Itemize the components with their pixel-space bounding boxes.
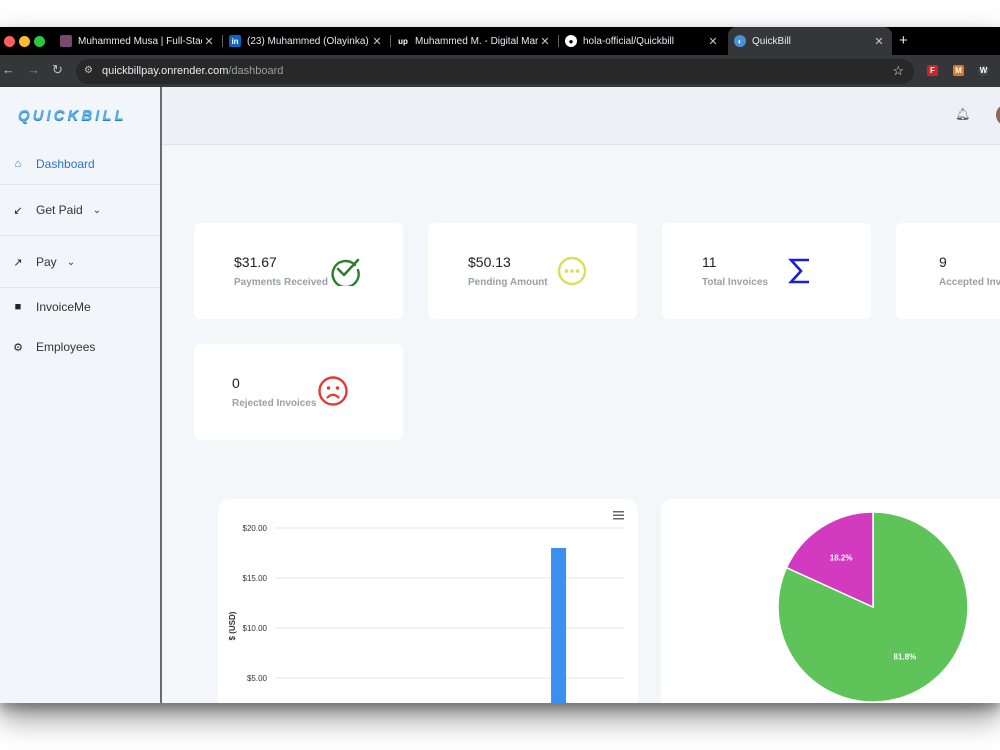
browser-window: Muhammed Musa | Full-Stack ✕ in (23) Muh…	[0, 27, 1000, 703]
check-circle-icon	[331, 258, 360, 286]
chart-menu-icon[interactable]	[613, 511, 624, 520]
tab-title: (23) Muhammed (Olayinka) M	[247, 35, 370, 47]
stat-label: Pending Amount	[468, 277, 548, 288]
linkedin-icon: in	[229, 35, 241, 47]
y-tick-label: $10.00	[243, 624, 268, 633]
close-tab-icon[interactable]: ✕	[370, 35, 384, 48]
pie-chart-panel: 81.8%18.2% Paid InvoicesPartially PaidAw…	[661, 499, 1000, 703]
sidebar-item-get-paid[interactable]: ↙ Get Paid ⌄	[0, 192, 160, 228]
sidebar-item-employees[interactable]: ⚙ Employees	[0, 329, 160, 365]
url-host: quickbillpay.onrender.com	[102, 65, 229, 77]
close-window-button[interactable]	[4, 36, 15, 47]
stat-value: $50.13	[468, 254, 511, 270]
tab-title: QuickBill	[752, 35, 791, 47]
payments-bar-chart: $0.00$5.00$10.00$15.00$20.00 $ (USD)	[228, 511, 624, 703]
upwork-icon: up	[397, 35, 409, 47]
site-settings-icon[interactable]: ⚙	[84, 65, 93, 76]
reload-icon[interactable]: ↻	[52, 62, 63, 78]
quickbill-favicon-icon: ◐	[734, 35, 746, 47]
arrow-up-right-icon: ↗	[13, 256, 23, 269]
stat-value: 11	[702, 254, 717, 270]
stat-value: $31.67	[234, 254, 277, 270]
y-tick-label: $5.00	[247, 674, 268, 683]
sidebar-item-pay[interactable]: ↗ Pay ⌄	[0, 244, 160, 280]
extension-icon[interactable]: F	[927, 65, 938, 76]
sidebar-item-label: Employees	[36, 340, 96, 354]
bookmark-star-icon[interactable]: ☆	[892, 63, 904, 79]
stat-card-accepted-invoices: 9 Accepted Invo	[896, 223, 1000, 319]
tab-title: Muhammed Musa | Full-Stack	[78, 35, 202, 47]
bell-icon[interactable]: 🔔︎	[955, 107, 970, 121]
url-path: /dashboard	[228, 65, 284, 77]
app-logo[interactable]: QUICKBILL	[18, 107, 127, 124]
minimize-window-button[interactable]	[19, 36, 30, 47]
pie-slice-label: 18.2%	[830, 553, 853, 562]
sad-face-icon	[318, 376, 348, 406]
back-arrow-icon[interactable]: ←	[2, 62, 15, 77]
dashboard-main: $31.67 Payments Received $50.13 Pending …	[162, 146, 1000, 703]
top-header: 🔔︎	[162, 87, 1000, 145]
chevron-down-icon: ⌄	[92, 204, 102, 216]
sidebar: QUICKBILL ⌂ Dashboard ↙ Get Paid ⌄ ↗ Pay…	[0, 87, 162, 703]
stat-card-rejected-invoices: 0 Rejected Invoices	[194, 344, 403, 440]
home-icon: ⌂	[14, 158, 22, 170]
y-tick-label: $15.00	[243, 574, 268, 583]
tab-title: Muhammed M. - Digital Mark	[415, 35, 538, 47]
zoom-window-button[interactable]	[34, 36, 45, 47]
metamask-icon[interactable]: M	[953, 65, 964, 76]
gear-icon: ⚙	[13, 341, 23, 354]
portrait-favicon-icon	[60, 35, 72, 47]
y-tick-label: $20.00	[243, 524, 268, 533]
avatar[interactable]	[996, 105, 1000, 125]
ellipsis-circle-icon	[557, 256, 587, 286]
stat-label: Rejected Invoices	[232, 398, 317, 409]
close-tab-icon[interactable]: ✕	[538, 35, 552, 48]
extension-icon[interactable]: W	[978, 65, 989, 76]
sidebar-item-label: Dashboard	[36, 157, 95, 171]
bar-chart-panel: $0.00$5.00$10.00$15.00$20.00 $ (USD)	[218, 499, 638, 703]
sidebar-item-label: Pay	[36, 255, 57, 269]
bar[interactable]	[551, 548, 567, 703]
close-tab-icon[interactable]: ✕	[872, 35, 886, 48]
page: QUICKBILL ⌂ Dashboard ↙ Get Paid ⌄ ↗ Pay…	[0, 87, 1000, 703]
chevron-down-icon: ⌄	[66, 256, 76, 268]
sidebar-item-label: InvoiceMe	[36, 300, 91, 314]
tab-upwork[interactable]: up Muhammed M. - Digital Mark ✕	[397, 27, 552, 55]
address-bar[interactable]: ⚙ quickbillpay.onrender.com/dashboard ☆	[76, 59, 914, 84]
tab-linkedin[interactable]: in (23) Muhammed (Olayinka) M ✕	[229, 27, 384, 55]
invoice-status-pie-chart: 81.8%18.2% Paid InvoicesPartially PaidAw…	[777, 511, 969, 703]
stat-label: Accepted Invo	[939, 277, 1000, 288]
close-tab-icon[interactable]: ✕	[706, 35, 720, 48]
sidebar-item-dashboard[interactable]: ⌂ Dashboard	[0, 146, 160, 182]
stat-value: 0	[232, 375, 240, 391]
sidebar-item-label: Get Paid	[36, 203, 83, 217]
gift-icon: ■	[14, 301, 22, 313]
stat-card-payments-received: $31.67 Payments Received	[194, 223, 403, 319]
github-icon: ●	[565, 35, 577, 47]
stat-card-total-invoices: 11 Total Invoices	[662, 223, 871, 319]
arrow-down-left-icon: ↙	[13, 204, 23, 217]
sidebar-item-invoiceme[interactable]: ■ InvoiceMe	[0, 289, 160, 325]
tab-portfolio[interactable]: Muhammed Musa | Full-Stack ✕	[60, 27, 216, 55]
forward-arrow-icon[interactable]: →	[27, 62, 40, 77]
stat-label: Total Invoices	[702, 277, 768, 288]
stat-label: Payments Received	[234, 277, 328, 288]
y-axis-label: $ (USD)	[228, 611, 237, 640]
tab-strip: Muhammed Musa | Full-Stack ✕ in (23) Muh…	[0, 27, 1000, 55]
tab-title: hola-official/Quickbill	[583, 35, 674, 47]
url-text[interactable]: quickbillpay.onrender.com/dashboard	[102, 65, 283, 77]
pie-slice-label: 81.8%	[894, 653, 917, 662]
new-tab-button[interactable]: +	[899, 32, 908, 49]
stat-value: 9	[939, 254, 947, 270]
sigma-icon	[788, 258, 809, 284]
close-tab-icon[interactable]: ✕	[202, 35, 216, 48]
tab-github[interactable]: ● hola-official/Quickbill ✕	[565, 27, 720, 55]
stat-card-pending-amount: $50.13 Pending Amount	[428, 223, 637, 319]
tab-quickbill[interactable]: ◐ QuickBill ✕	[728, 27, 892, 55]
browser-toolbar: ← → ↻ ⚙ quickbillpay.onrender.com/dashbo…	[0, 55, 1000, 87]
